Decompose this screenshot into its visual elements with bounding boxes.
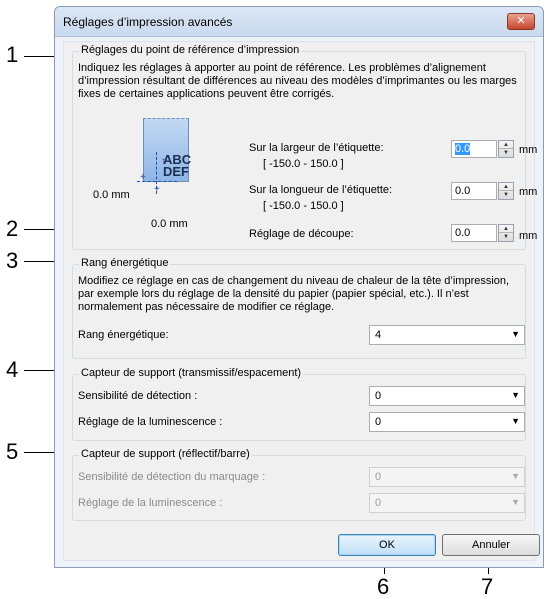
mark-sensitivity-select[interactable]: 0 ▼ (369, 467, 525, 487)
callout-1: 1 (6, 42, 19, 67)
spin-up-icon[interactable]: ▲ (499, 141, 513, 149)
reference-point-group-label: Réglages du point de référence d’impress… (79, 44, 302, 56)
label-width-spinner[interactable]: ▲ ▼ (498, 140, 514, 158)
energy-rank-group: Rang énergétique Modifiez ce réglage en … (72, 257, 526, 359)
callout-6: 6 (377, 574, 390, 599)
reference-point-description: Indiquez les réglages à apporter au poin… (78, 62, 517, 100)
callout-5: 5 (6, 439, 19, 464)
cut-adjustment-unit: mm (519, 230, 538, 242)
reflective-sensor-group: Capteur de support (réflectif/barre) Sen… (72, 448, 526, 521)
transmissive-sensor-group-label: Capteur de support (transmissif/espaceme… (79, 367, 304, 379)
chevron-down-icon: ▼ (511, 329, 520, 339)
luminescence-label: Réglage de la luminescence : (78, 416, 223, 428)
label-length-range: [ -150.0 - 150.0 ] (263, 200, 344, 212)
spin-down-icon[interactable]: ▼ (499, 191, 513, 199)
reference-crosshair-icon: + ↑ + (135, 152, 179, 196)
transmissive-sensor-group: Capteur de support (transmissif/espaceme… (72, 367, 526, 441)
label-cut-line (143, 118, 189, 122)
dialog-body: Réglages du point de référence d’impress… (63, 41, 540, 561)
detection-sensitivity-select[interactable]: 0 ▼ (369, 386, 525, 406)
detection-sensitivity-label: Sensibilité de détection : (78, 390, 198, 402)
label-length-label: Sur la longueur de l’étiquette: (249, 184, 393, 196)
callout-4: 4 (6, 357, 19, 382)
reflective-luminescence-label: Réglage de la luminescence : (78, 497, 223, 509)
cut-adjustment-label: Réglage de découpe: (249, 228, 354, 240)
label-width-unit: mm (519, 144, 538, 156)
mark-sensitivity-label: Sensibilité de détection du marquage : (78, 471, 266, 483)
energy-rank-select[interactable]: 4 ▼ (369, 325, 525, 345)
reflective-sensor-group-label: Capteur de support (réflectif/barre) (79, 448, 252, 460)
spin-down-icon[interactable]: ▼ (499, 149, 513, 157)
callout-3: 3 (6, 248, 19, 273)
label-width-input[interactable]: 0.0 (451, 140, 497, 158)
chevron-down-icon: ▼ (511, 390, 520, 400)
callout-2: 2 (6, 216, 19, 241)
energy-rank-description: Modifiez ce réglage en cas de changement… (78, 275, 510, 313)
advanced-print-settings-dialog: Réglages d’impression avancés ✕ Réglages… (54, 6, 544, 568)
label-length-spinner[interactable]: ▲ ▼ (498, 182, 514, 200)
reference-point-group: Réglages du point de référence d’impress… (72, 44, 537, 250)
close-icon: ✕ (516, 15, 526, 27)
cut-adjustment-spinner[interactable]: ▲ ▼ (498, 224, 514, 242)
title-bar: Réglages d’impression avancés ✕ (55, 7, 543, 37)
cancel-button[interactable]: Annuler (442, 534, 540, 556)
label-width-label: Sur la largeur de l’étiquette: (249, 142, 384, 154)
spin-up-icon[interactable]: ▲ (499, 225, 513, 233)
x-offset-label: 0.0 mm (93, 189, 130, 201)
close-button[interactable]: ✕ (507, 13, 535, 30)
label-width-range: [ -150.0 - 150.0 ] (263, 158, 344, 170)
cut-adjustment-input[interactable]: 0.0 (451, 224, 497, 242)
callout-7: 7 (481, 574, 494, 599)
label-length-unit: mm (519, 186, 538, 198)
spin-up-icon[interactable]: ▲ (499, 183, 513, 191)
luminescence-select[interactable]: 0 ▼ (369, 412, 525, 432)
chevron-down-icon: ▼ (511, 416, 520, 426)
reflective-luminescence-select[interactable]: 0 ▼ (369, 493, 525, 513)
energy-rank-group-label: Rang énergétique (79, 257, 171, 269)
dialog-title: Réglages d’impression avancés (63, 15, 233, 29)
spin-down-icon[interactable]: ▼ (499, 233, 513, 241)
chevron-down-icon: ▼ (511, 471, 520, 481)
label-length-input[interactable]: 0.0 (451, 182, 497, 200)
ok-button[interactable]: OK (338, 534, 436, 556)
y-offset-label: 0.0 mm (151, 218, 188, 230)
chevron-down-icon: ▼ (511, 497, 520, 507)
energy-rank-label: Rang énergétique: (78, 329, 169, 341)
